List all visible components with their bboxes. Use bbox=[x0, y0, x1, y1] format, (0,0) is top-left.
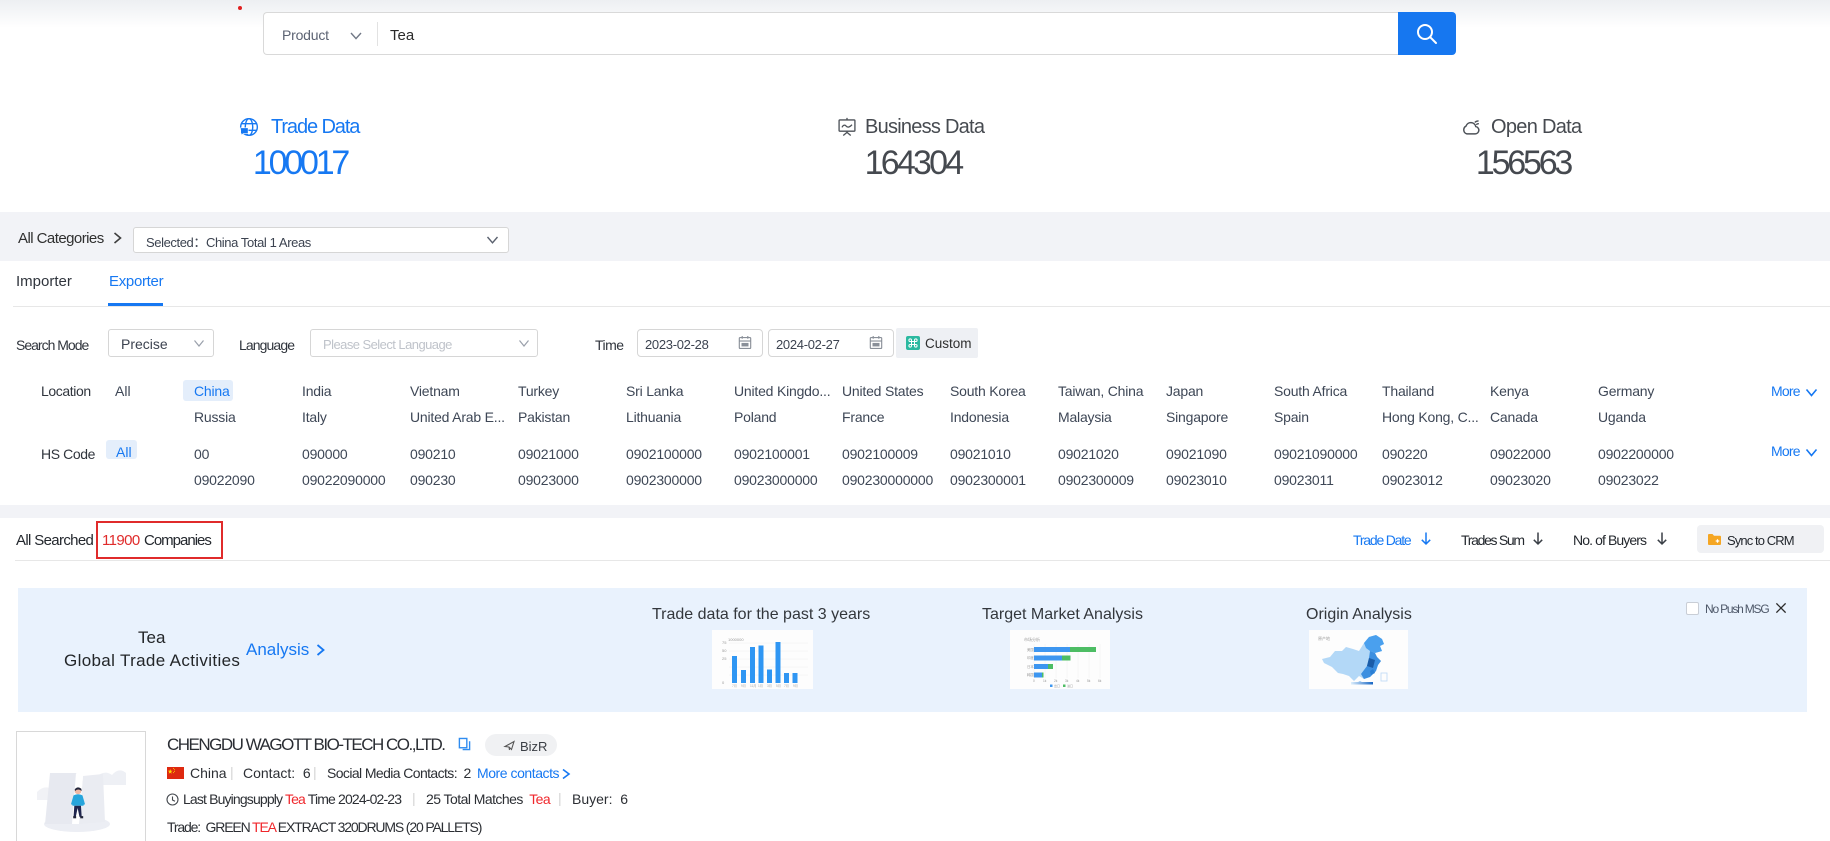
svg-text:5月: 5月 bbox=[776, 684, 781, 688]
svg-text:2k: 2k bbox=[1054, 679, 1058, 683]
svg-text:0: 0 bbox=[722, 680, 725, 685]
svg-text:原产地: 原产地 bbox=[1318, 635, 1330, 641]
svg-text:日本: 日本 bbox=[1027, 664, 1034, 669]
svg-text:3k: 3k bbox=[1065, 679, 1069, 683]
svg-text:9月: 9月 bbox=[793, 684, 798, 688]
svg-text:进口: 进口 bbox=[1067, 683, 1073, 688]
svg-text:6k: 6k bbox=[1098, 679, 1102, 683]
svg-text:市场分析: 市场分析 bbox=[1024, 636, 1040, 642]
svg-text:1000000: 1000000 bbox=[728, 637, 744, 642]
svg-text:5k: 5k bbox=[1087, 679, 1091, 683]
svg-text:25: 25 bbox=[722, 656, 727, 661]
svg-text:0: 0 bbox=[1033, 679, 1035, 683]
svg-text:韩国: 韩国 bbox=[1027, 672, 1034, 677]
svg-text:9月: 9月 bbox=[741, 684, 746, 688]
svg-text:1k: 1k bbox=[1043, 679, 1047, 683]
svg-text:7月: 7月 bbox=[732, 684, 737, 688]
svg-text:11月: 11月 bbox=[750, 684, 757, 688]
svg-text:50: 50 bbox=[722, 648, 727, 653]
svg-text:印度: 印度 bbox=[1027, 655, 1034, 660]
svg-text:1月: 1月 bbox=[758, 684, 763, 688]
svg-text:7月: 7月 bbox=[784, 684, 789, 688]
svg-text:美国: 美国 bbox=[1027, 647, 1034, 652]
svg-text:3月: 3月 bbox=[767, 684, 772, 688]
svg-text:出口: 出口 bbox=[1054, 683, 1060, 688]
svg-text:4k: 4k bbox=[1076, 679, 1080, 683]
svg-text:75: 75 bbox=[722, 640, 727, 645]
